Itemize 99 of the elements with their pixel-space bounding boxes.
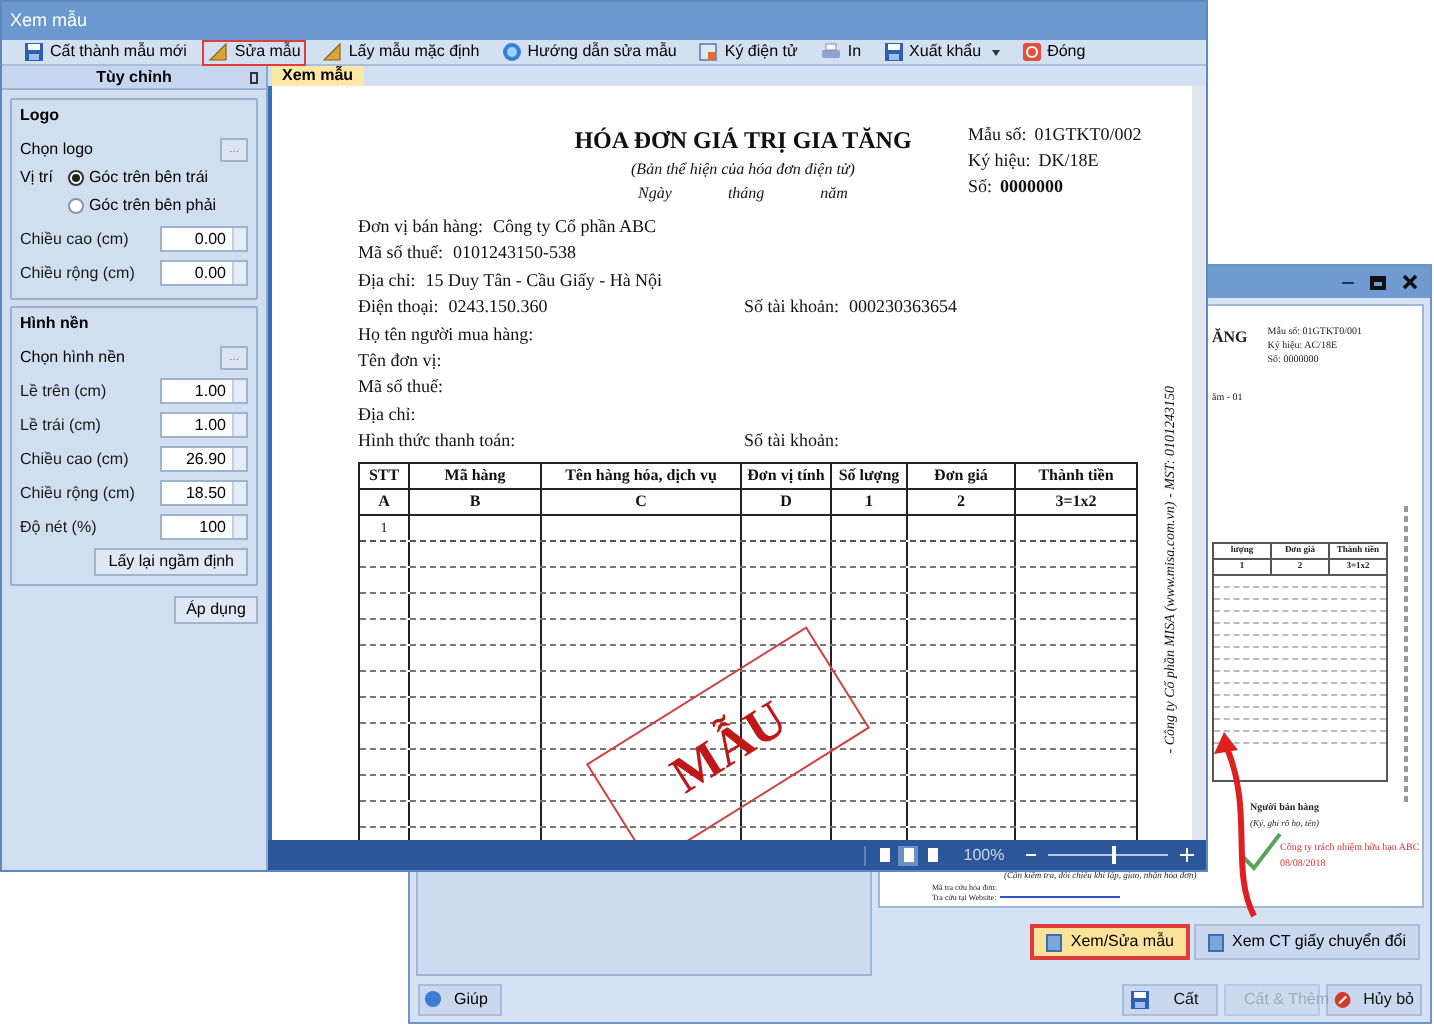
date-label: năm bbox=[820, 182, 848, 206]
field-label: Đơn vị bán hàng: bbox=[358, 214, 483, 240]
tab[interactable]: Xem mẫu bbox=[272, 66, 364, 86]
column-header: STT bbox=[366, 463, 402, 488]
field-label: Chọn logo bbox=[20, 137, 93, 161]
toolbar-button[interactable]: Ký điện tử bbox=[692, 39, 804, 65]
document-icon bbox=[1046, 933, 1063, 952]
field-value: Công ty Cổ phần ABC bbox=[493, 214, 657, 240]
group-title: Hình nền bbox=[20, 312, 91, 336]
view-mode-button[interactable] bbox=[874, 845, 894, 865]
meta-value: 0000000 bbox=[1000, 174, 1064, 200]
help-icon bbox=[424, 990, 442, 1009]
field-value: 15 Duy Tân - Cầu Giấy - Hà Nội bbox=[425, 267, 663, 294]
field-label: Chọn hình nền bbox=[20, 345, 125, 369]
view-mode-button[interactable] bbox=[922, 845, 942, 865]
field-value: 0101243150-538 bbox=[453, 240, 576, 267]
close-icon[interactable] bbox=[1402, 274, 1418, 291]
field-label: Vị trí bbox=[20, 166, 53, 190]
close-icon bbox=[1021, 42, 1042, 62]
reset-button[interactable]: Lấy lại ngầm định bbox=[94, 548, 248, 576]
column-header: Số lượng bbox=[830, 463, 906, 488]
toolbar-button[interactable]: Lấy mẫu mặc định bbox=[316, 39, 486, 65]
field-value: 000230363654 bbox=[849, 294, 957, 321]
column-header: Đơn giá bbox=[906, 463, 1014, 488]
column-header: Thành tiền bbox=[1014, 463, 1136, 488]
radio-option[interactable]: Góc trên bên phải bbox=[68, 194, 217, 218]
preview-button[interactable]: Xem/Sửa mẫu bbox=[1030, 924, 1190, 961]
minimize-icon bbox=[1342, 281, 1354, 284]
meta-label: Ký hiệu: bbox=[968, 148, 1031, 174]
column-code: 3=1x2 bbox=[1014, 489, 1136, 514]
field-label: Số tài khoản: bbox=[744, 294, 839, 321]
invoice-title: HÓA ĐƠN GIÁ TRỊ GIA TĂNG bbox=[574, 124, 912, 158]
window-title: Xem mẫu bbox=[10, 7, 88, 34]
toolbar-button[interactable]: Cất thành mẫu mới bbox=[18, 39, 193, 65]
field-label: Địa chỉ: bbox=[358, 401, 416, 428]
number-spinner[interactable]: 100 bbox=[160, 514, 248, 540]
field-label: Hình thức thanh toán: bbox=[358, 428, 516, 455]
document-icon bbox=[1207, 933, 1224, 952]
column-code: 1 bbox=[830, 489, 906, 514]
column-code: 2 bbox=[906, 489, 1014, 514]
radio-option[interactable]: Góc trên bên trái bbox=[68, 166, 217, 190]
field-label: Họ tên người mua hàng: bbox=[358, 321, 534, 348]
meta-label: Số: bbox=[968, 174, 993, 200]
help-button[interactable]: Giúp bbox=[418, 983, 502, 1016]
column-header: Đơn vị tính bbox=[740, 463, 830, 488]
field-label: Mã số thuế: bbox=[358, 374, 443, 401]
footer-button[interactable]: Cất bbox=[1122, 983, 1218, 1016]
column-code: D bbox=[740, 489, 830, 514]
pin-icon bbox=[250, 72, 258, 84]
invoice-subtitle: (Bản thể hiện của hóa đơn điện tử) bbox=[631, 158, 855, 182]
column-code: B bbox=[408, 489, 540, 514]
field-label: Tên đơn vị: bbox=[358, 348, 442, 375]
field-label: Số tài khoản: bbox=[744, 428, 839, 455]
column-header: Mã hàng bbox=[408, 463, 540, 488]
cancel-icon bbox=[1334, 987, 1352, 1012]
meta-value: 01GTKT0/002 bbox=[1034, 122, 1142, 148]
meta-value: DK/18E bbox=[1038, 148, 1099, 174]
number-spinner[interactable]: 1.00 bbox=[160, 412, 248, 438]
toolbar-button[interactable]: Đóng bbox=[1015, 39, 1092, 65]
field-label: Chiều rộng (cm) bbox=[20, 481, 135, 505]
footer-button[interactable]: Hủy bỏ bbox=[1326, 983, 1422, 1016]
field-label: Điện thoại: bbox=[358, 294, 439, 321]
toolbar-button[interactable]: Xuất khẩu bbox=[877, 39, 1006, 65]
help-icon bbox=[501, 42, 522, 62]
zoom-level: 100% bbox=[961, 843, 1007, 867]
number-spinner[interactable]: 0.00 bbox=[160, 226, 248, 252]
field-value: 0243.150.360 bbox=[448, 294, 548, 321]
field-label: Chiều rộng (cm) bbox=[20, 261, 135, 285]
number-spinner[interactable]: 26.90 bbox=[160, 446, 248, 472]
panel-title: Tùy chỉnh bbox=[96, 65, 172, 89]
field-label: Lề trái (cm) bbox=[20, 413, 101, 437]
ruler-triangle-icon bbox=[322, 42, 343, 62]
meta-label: Mẫu số: bbox=[968, 122, 1027, 148]
printer-icon bbox=[819, 42, 842, 62]
preview-button[interactable]: Xem CT giấy chuyển đổi bbox=[1193, 924, 1420, 961]
view-mode-button[interactable] bbox=[898, 845, 918, 865]
zoom-in-icon bbox=[1180, 848, 1194, 862]
group-title: Logo bbox=[20, 104, 62, 128]
number-spinner[interactable]: 18.50 bbox=[160, 480, 248, 506]
number-spinner[interactable]: 0.00 bbox=[160, 260, 248, 286]
toolbar-button[interactable]: In bbox=[813, 39, 868, 65]
toolbar-button[interactable]: Hướng dẫn sửa mẫu bbox=[495, 39, 683, 65]
field-label: Chiều cao (cm) bbox=[20, 447, 129, 471]
toolbar-button[interactable]: Sửa mẫu bbox=[202, 39, 307, 65]
maximize-icon bbox=[1370, 275, 1386, 290]
title-fragment: ĂNG bbox=[1212, 326, 1248, 351]
column-code: A bbox=[376, 489, 392, 514]
number-spinner[interactable]: 1.00 bbox=[160, 378, 248, 404]
field-label: Địa chỉ: bbox=[358, 267, 416, 294]
field-label: Chiều cao (cm) bbox=[20, 227, 129, 251]
field-label: Lề trên (cm) bbox=[20, 379, 107, 403]
ruler-triangle-icon bbox=[208, 42, 229, 62]
date-label: Ngày bbox=[638, 182, 672, 206]
column-code: C bbox=[540, 489, 740, 514]
field-label: Mã số thuế: bbox=[358, 240, 443, 267]
field-label: Độ nét (%) bbox=[20, 515, 97, 539]
date-label: tháng bbox=[727, 182, 765, 206]
column-header: Tên hàng hóa, dịch vụ bbox=[540, 463, 740, 488]
apply-button[interactable]: Áp dụng bbox=[174, 596, 258, 624]
